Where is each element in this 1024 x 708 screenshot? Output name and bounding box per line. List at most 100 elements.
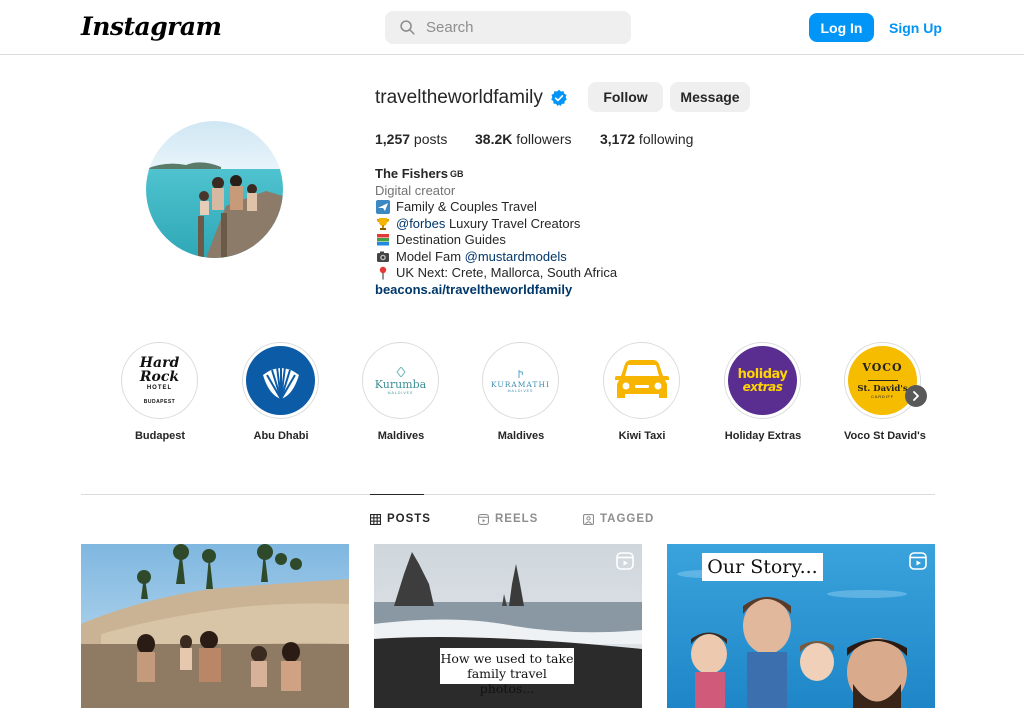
camera-icon <box>375 250 390 264</box>
highlight-abu-dhabi[interactable]: Abu Dhabi <box>242 342 320 442</box>
profile-category: Digital creator <box>375 182 456 198</box>
highlight-label: Maldives <box>377 430 425 442</box>
kuramathi-logo-sub: MALDIVES <box>507 388 534 393</box>
fan-emblem-icon <box>254 354 307 407</box>
tab-reels[interactable]: REELS <box>478 513 538 525</box>
tab-posts[interactable]: POSTS <box>370 513 431 525</box>
highlight-ring <box>603 342 680 419</box>
highlight-ring <box>242 342 319 419</box>
forbes-mention-link[interactable]: @forbes <box>396 216 445 233</box>
followers-label: followers <box>512 131 572 147</box>
active-tab-indicator <box>370 494 424 495</box>
kurumba-logo-sub: MALDIVES <box>387 390 414 395</box>
trophy-icon <box>375 217 390 231</box>
tabs-divider <box>81 494 935 495</box>
hard-rock-logo-sub2: BUDAPEST <box>143 399 176 405</box>
bio-line-5: UK Next: Crete, Mallorca, South Africa <box>396 265 618 280</box>
highlight-ring: Hard Rock HOTEL BUDAPEST <box>121 342 198 419</box>
profile-avatar[interactable] <box>146 121 283 258</box>
post-caption-box: How we used to take family travel photos… <box>440 648 574 696</box>
bio-line-3: Destination Guides <box>396 232 506 247</box>
following-stat[interactable]: 3,172 following <box>600 131 693 147</box>
abu-dhabi-logo <box>246 346 315 415</box>
post-caption-line-2: family travel photos... <box>467 666 547 696</box>
search-box[interactable] <box>385 11 631 44</box>
highlights-next-button[interactable] <box>905 385 927 407</box>
books-icon <box>375 233 390 247</box>
highlight-label: Maldives <box>497 430 545 442</box>
posts-count: 1,257 <box>375 131 411 147</box>
profile-username: traveltheworldfamily <box>375 87 543 108</box>
bio-external-link[interactable]: beacons.ai/traveltheworldfamily <box>375 282 572 299</box>
post-image-beach-family <box>81 544 349 708</box>
highlight-maldives-kurumba[interactable]: Kurumba MALDIVES Maldives <box>362 342 440 442</box>
tab-tagged[interactable]: TAGGED <box>583 513 654 525</box>
chevron-right-icon <box>913 391 919 401</box>
following-label: following <box>635 131 694 147</box>
highlight-budapest[interactable]: Hard Rock HOTEL BUDAPEST Budapest <box>121 342 199 442</box>
post-thumbnail[interactable]: Our Story... <box>667 544 935 708</box>
username-row: traveltheworldfamily <box>375 86 568 110</box>
highlight-ring: Kurumba MALDIVES <box>362 342 439 419</box>
kuramathi-emblem-icon <box>518 369 523 378</box>
kiwi-taxi-logo <box>607 346 676 415</box>
signup-link[interactable]: Sign Up <box>889 20 942 36</box>
reel-indicator-icon <box>909 552 927 570</box>
kurumba-logo: Kurumba MALDIVES <box>366 346 435 415</box>
holiday-extras-logo-text: holiday <box>737 366 788 382</box>
followers-count: 38.2K <box>475 131 513 147</box>
pushpin-icon <box>375 266 390 280</box>
highlight-label: Abu Dhabi <box>253 430 309 442</box>
reel-indicator-icon <box>616 552 634 570</box>
post-thumbnail[interactable]: How we used to take family travel photos… <box>374 544 642 708</box>
holiday-extras-logo: holiday extras <box>728 346 797 415</box>
post-caption-line-1: How we used to take <box>440 651 574 666</box>
instagram-logo[interactable]: Instagram <box>81 12 222 41</box>
post-caption: Our Story... <box>707 556 818 578</box>
holiday-extras-logo-sub: extras <box>742 379 783 394</box>
bio-line-4-text: Model Fam <box>396 248 465 264</box>
kurumba-emblem-icon <box>395 366 406 377</box>
follow-button[interactable]: Follow <box>588 82 663 112</box>
hard-rock-logo: Hard Rock HOTEL BUDAPEST <box>125 346 194 415</box>
tab-tagged-label: TAGGED <box>600 513 655 525</box>
reels-icon <box>478 513 489 525</box>
post-caption-box: Our Story... <box>702 553 823 581</box>
mustardmodels-mention-link[interactable]: @mustardmodels <box>465 249 567 266</box>
login-button[interactable]: Log In <box>809 13 874 42</box>
search-icon <box>400 20 415 35</box>
hard-rock-logo-text: Hard Rock <box>139 355 180 385</box>
kuramathi-logo-text: KURAMATHI <box>491 379 550 389</box>
profile-display-name: The Fishers <box>375 166 448 181</box>
kuramathi-logo: KURAMATHI MALDIVES <box>486 346 555 415</box>
highlight-ring: holiday extras <box>724 342 801 419</box>
voco-logo-sub: St. David's <box>857 384 908 394</box>
grid-icon <box>370 513 381 525</box>
highlight-label: Kiwi Taxi <box>618 430 666 442</box>
top-nav: Instagram Log In Sign Up <box>0 0 1024 55</box>
verified-badge-icon <box>551 89 567 106</box>
highlight-kiwi-taxi[interactable]: Kiwi Taxi <box>603 342 681 442</box>
voco-logo-rule <box>867 380 898 381</box>
airplane-icon <box>375 200 390 215</box>
bio-line-2-text: Luxury Travel Creators <box>445 215 581 231</box>
followers-stat[interactable]: 38.2K followers <box>475 131 572 147</box>
highlight-ring: VOCO St. David's CARDIFF <box>844 342 921 419</box>
tab-posts-label: POSTS <box>387 513 431 525</box>
tab-reels-label: REELS <box>495 513 539 525</box>
voco-logo: VOCO St. David's CARDIFF <box>848 346 917 415</box>
message-button[interactable]: Message <box>670 82 750 112</box>
posts-stat: 1,257 posts <box>375 131 447 147</box>
kurumba-logo-text: Kurumba <box>374 377 427 391</box>
highlight-maldives-kuramathi[interactable]: KURAMATHI MALDIVES Maldives <box>482 342 560 442</box>
flag-label: GB <box>449 169 464 179</box>
search-input[interactable] <box>426 19 616 36</box>
post-thumbnail[interactable] <box>81 544 349 708</box>
profile-bio: The Fishers GB Digital creator Family & C… <box>375 166 617 298</box>
highlight-label: Holiday Extras <box>724 430 802 442</box>
voco-logo-sub2: CARDIFF <box>871 394 894 399</box>
posts-label: posts <box>410 131 448 147</box>
highlight-label: Voco St David's <box>844 430 926 442</box>
tagged-icon <box>583 513 594 525</box>
highlight-holiday-extras[interactable]: holiday extras Holiday Extras <box>724 342 802 442</box>
